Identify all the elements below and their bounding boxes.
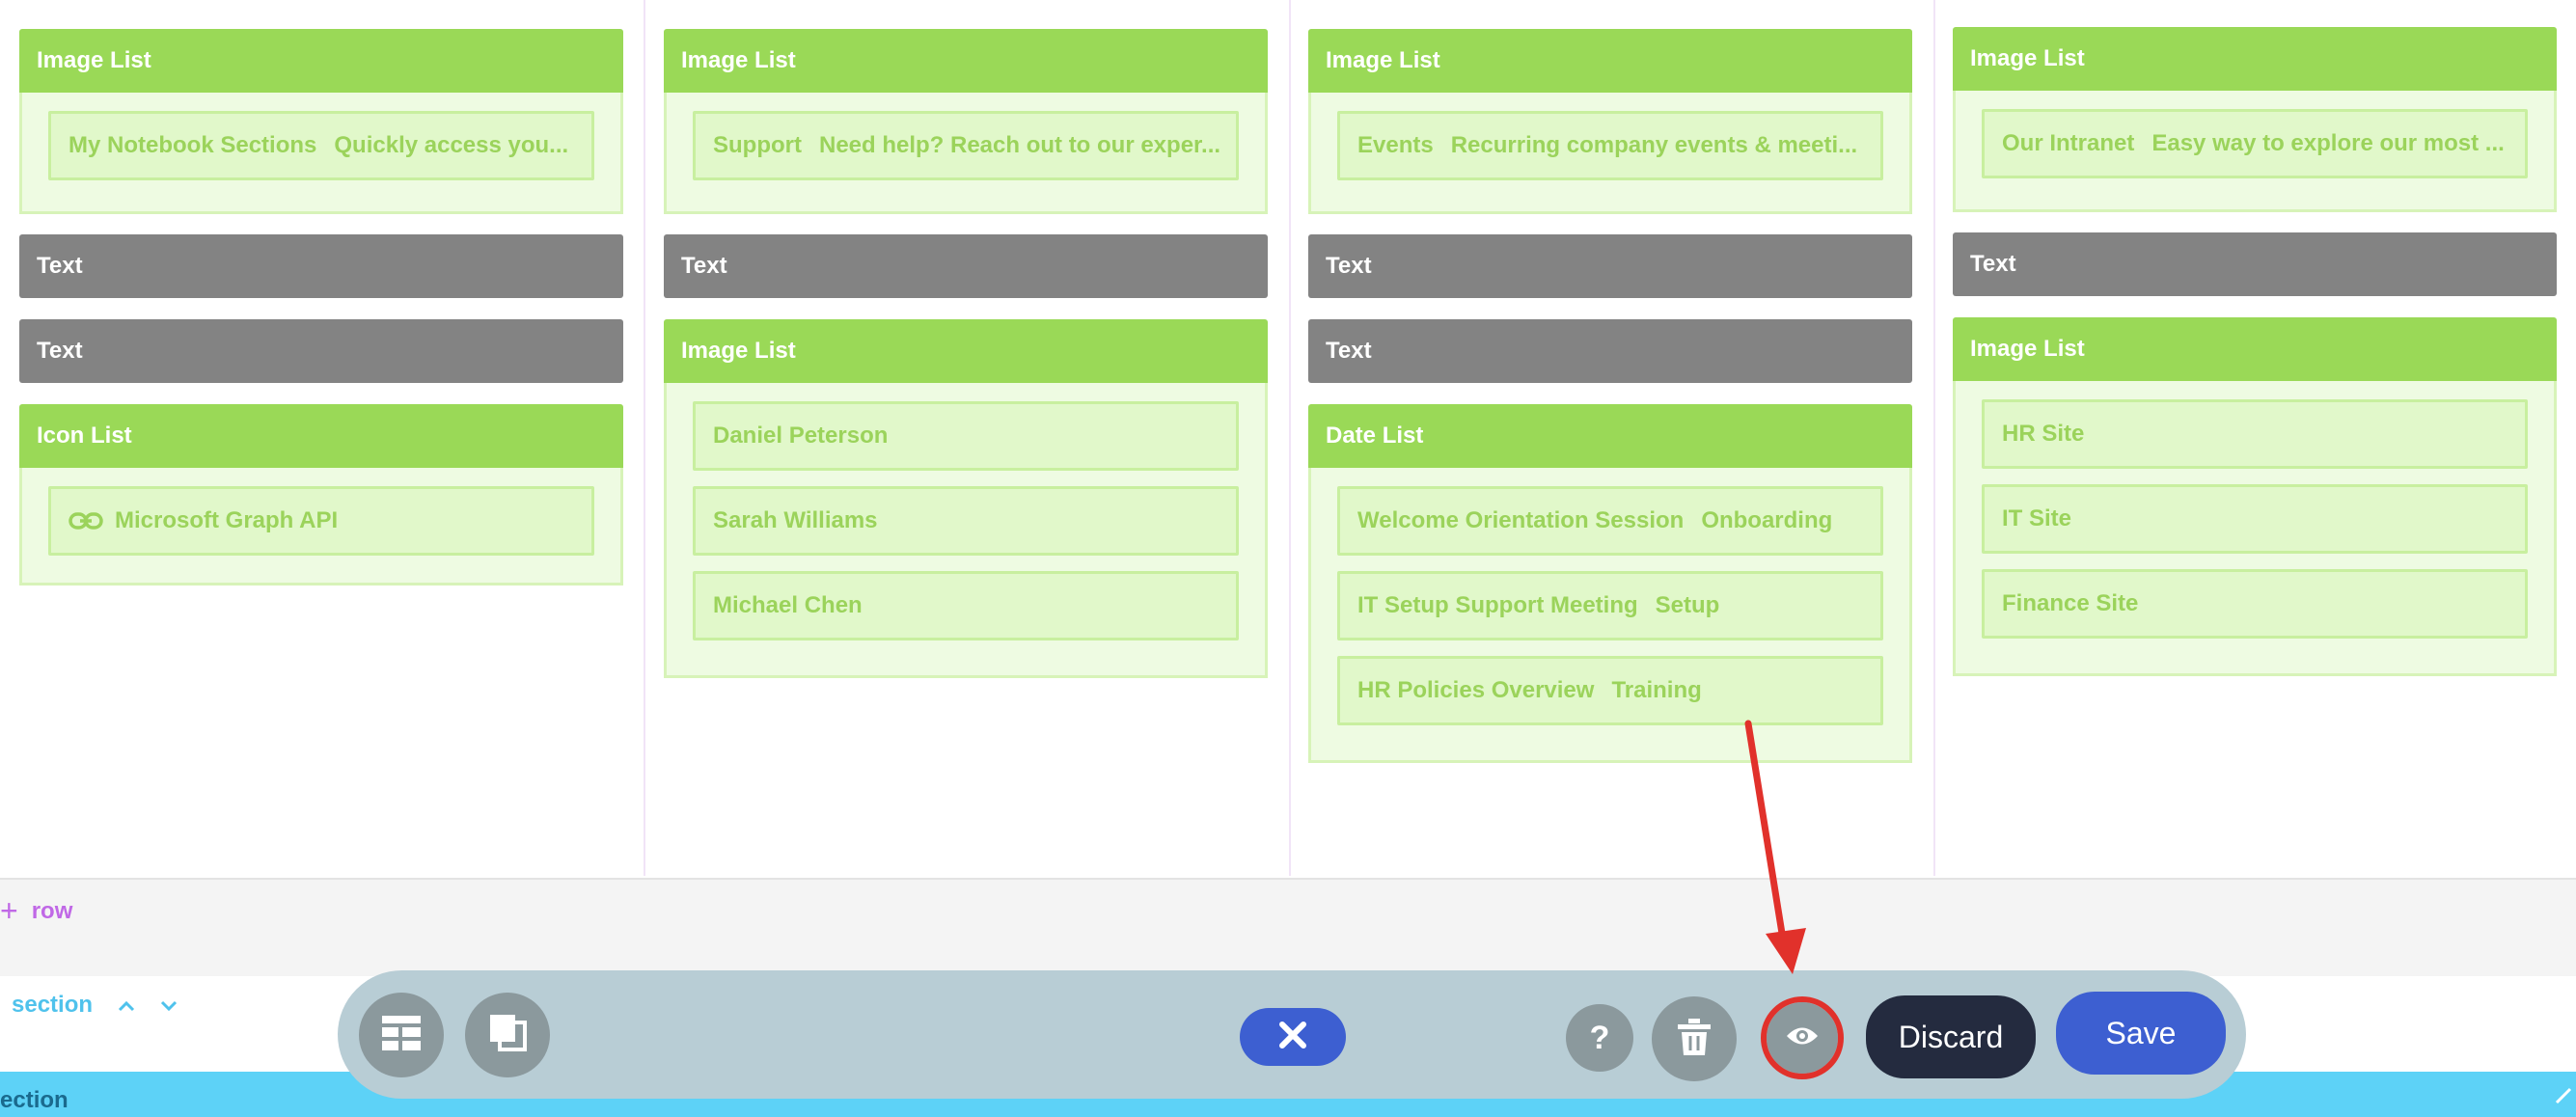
image-list-widget[interactable]: Image List Our Intranet Easy way to expl… — [1953, 27, 2557, 212]
layout-icon — [382, 1015, 421, 1055]
widget-title: Text — [19, 234, 623, 298]
list-item[interactable]: Sarah Williams — [693, 486, 1239, 556]
duplicate-button[interactable] — [465, 993, 550, 1077]
item-label: Michael Chen — [713, 592, 863, 618]
item-label: HR Policies Overview — [1357, 677, 1595, 703]
item-label: IT Site — [2002, 505, 2072, 531]
widget-title: Text — [19, 319, 623, 383]
help-button[interactable]: ? — [1566, 1004, 1633, 1072]
item-label: Microsoft Graph API — [115, 507, 339, 533]
text-widget[interactable]: Text — [1308, 234, 1912, 298]
widget-title: Text — [1953, 232, 2557, 296]
list-item[interactable]: Michael Chen — [693, 571, 1239, 640]
item-description: Need help? Reach out to our exper... — [818, 132, 1221, 158]
text-widget[interactable]: Text — [664, 234, 1268, 298]
help-icon: ? — [1589, 1019, 1610, 1056]
item-label: Support — [713, 132, 802, 158]
icon-list-widget[interactable]: Icon List Microsoft Graph API — [19, 404, 623, 586]
item-label: Sarah Williams — [713, 507, 878, 533]
text-widget[interactable]: Text — [19, 319, 623, 383]
discard-button[interactable]: Discard — [1866, 995, 2036, 1078]
save-button[interactable]: Save — [2056, 992, 2226, 1075]
text-widget[interactable]: Text — [19, 234, 623, 298]
item-description: Easy way to explore our most ... — [2151, 130, 2505, 156]
column-divider — [1933, 0, 1935, 876]
add-row-button[interactable]: + row — [0, 893, 72, 929]
item-label: Daniel Peterson — [713, 422, 889, 449]
widget-title: Image List — [1953, 317, 2557, 381]
duplicate-icon — [488, 1014, 527, 1056]
widget-title: Text — [664, 234, 1268, 298]
widget-title: Image List — [664, 319, 1268, 383]
close-icon — [1278, 1021, 1307, 1054]
list-item[interactable]: IT Setup Support Meeting Setup — [1337, 571, 1883, 640]
date-list-widget[interactable]: Date List Welcome Orientation Session On… — [1308, 404, 1912, 763]
chevron-down-icon[interactable] — [160, 993, 178, 1018]
plus-icon: + — [0, 893, 18, 928]
section-bar-label: ection — [0, 1087, 69, 1113]
list-item[interactable]: Welcome Orientation Session Onboarding — [1337, 486, 1883, 556]
section-controls: section — [12, 992, 178, 1019]
image-list-widget[interactable]: Image List Events Recurring company even… — [1308, 29, 1912, 214]
item-label: Welcome Orientation Session — [1357, 507, 1685, 533]
list-item[interactable]: Our Intranet Easy way to explore our mos… — [1982, 109, 2528, 178]
item-label: Finance Site — [2002, 590, 2139, 616]
highlight-circle — [1761, 996, 1844, 1079]
widget-title: Text — [1308, 234, 1912, 298]
edit-toolbar: ? Discard Save — [338, 970, 2246, 1099]
resize-corner-icon[interactable] — [2555, 1081, 2572, 1111]
chevron-up-icon[interactable] — [118, 993, 135, 1018]
list-item[interactable]: Daniel Peterson — [693, 401, 1239, 471]
text-widget[interactable]: Text — [1953, 232, 2557, 296]
image-list-widget[interactable]: Image List My Notebook Sections Quickly … — [19, 29, 623, 214]
list-item[interactable]: Support Need help? Reach out to our expe… — [693, 111, 1239, 180]
item-label: My Notebook Sections — [69, 132, 317, 158]
widget-title: Date List — [1308, 404, 1912, 468]
list-item[interactable]: HR Policies Overview Training — [1337, 656, 1883, 725]
list-item[interactable]: Microsoft Graph API — [48, 486, 594, 556]
cancel-button[interactable] — [1240, 1008, 1346, 1066]
image-list-widget[interactable]: Image List Daniel Peterson Sarah William… — [664, 319, 1268, 678]
list-item[interactable]: Events Recurring company events & meeti.… — [1337, 111, 1883, 180]
list-item[interactable]: IT Site — [1982, 484, 2528, 554]
widget-title: Image List — [1308, 29, 1912, 93]
delete-button[interactable] — [1652, 996, 1737, 1081]
list-item[interactable]: My Notebook Sections Quickly access you.… — [48, 111, 594, 180]
item-description: Recurring company events & meeti... — [1450, 132, 1858, 158]
section-label: section — [12, 992, 94, 1018]
item-label: HR Site — [2002, 421, 2085, 447]
item-label: Events — [1357, 132, 1434, 158]
image-list-widget[interactable]: Image List Support Need help? Reach out … — [664, 29, 1268, 214]
item-label: IT Setup Support Meeting — [1357, 592, 1638, 618]
list-item[interactable]: HR Site — [1982, 399, 2528, 469]
widget-title: Image List — [1953, 27, 2557, 91]
item-category: Setup — [1655, 592, 1720, 618]
trash-icon — [1678, 1018, 1711, 1060]
layout-button[interactable] — [359, 993, 444, 1077]
add-row-label: row — [31, 897, 73, 924]
item-label: Our Intranet — [2002, 130, 2135, 156]
item-description: Quickly access you... — [334, 132, 569, 158]
item-category: Training — [1611, 677, 1702, 703]
text-widget[interactable]: Text — [1308, 319, 1912, 383]
row-band — [0, 878, 2576, 976]
column-divider — [1289, 0, 1291, 876]
widget-title: Image List — [19, 29, 623, 93]
column-divider — [644, 0, 645, 876]
list-item[interactable]: Finance Site — [1982, 569, 2528, 639]
item-category: Onboarding — [1701, 507, 1833, 533]
image-list-widget[interactable]: Image List HR Site IT Site Finance Site — [1953, 317, 2557, 676]
link-icon — [69, 511, 103, 531]
widget-title: Icon List — [19, 404, 623, 468]
widget-title: Image List — [664, 29, 1268, 93]
widget-title: Text — [1308, 319, 1912, 383]
